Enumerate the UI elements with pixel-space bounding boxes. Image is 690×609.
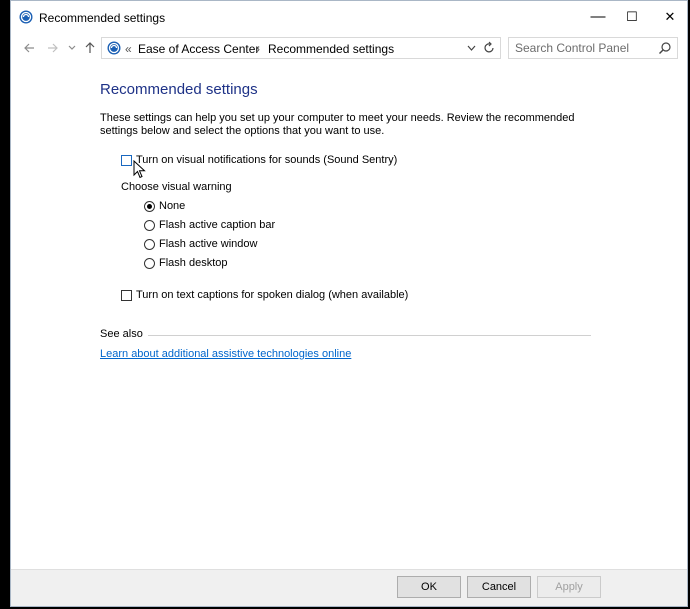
radio-none[interactable] <box>144 201 155 212</box>
chevron-down-icon[interactable] <box>68 44 76 52</box>
sound-sentry-label[interactable]: Turn on visual notifications for sounds … <box>136 154 397 166</box>
breadcrumb-separator: › <box>256 42 260 56</box>
breadcrumb-recommended-settings[interactable]: Recommended settings <box>268 42 394 56</box>
cancel-button[interactable]: Cancel <box>467 576 531 598</box>
dialog-footer: OK Cancel Apply <box>11 569 687 606</box>
radio-flash-window-label[interactable]: Flash active window <box>159 238 257 250</box>
radio-flash-desktop[interactable] <box>144 258 155 269</box>
page-title: Recommended settings <box>100 81 258 98</box>
arrow-up-icon[interactable] <box>84 41 96 54</box>
search-input[interactable] <box>509 38 655 58</box>
title-bar[interactable]: Recommended settings — ☐ ✕ <box>11 1 687 33</box>
see-also-label: See also <box>100 328 143 340</box>
assistive-technologies-link[interactable]: Learn about additional assistive technol… <box>100 348 351 360</box>
window-title: Recommended settings <box>39 11 166 25</box>
mouse-cursor-icon <box>133 160 146 179</box>
breadcrumb[interactable]: « Ease of Access Center › Recommended se… <box>101 37 501 59</box>
radio-flash-window[interactable] <box>144 239 155 250</box>
radio-none-label[interactable]: None <box>159 200 185 212</box>
address-bar: « Ease of Access Center › Recommended se… <box>11 33 687 63</box>
radio-flash-caption[interactable] <box>144 220 155 231</box>
refresh-icon[interactable] <box>483 41 495 54</box>
address-dropdown-icon[interactable] <box>467 45 476 51</box>
breadcrumb-ease-of-access[interactable]: Ease of Access Center <box>138 42 259 56</box>
page-description: These settings can help you set up your … <box>100 112 575 137</box>
arrow-left-icon[interactable] <box>23 42 35 54</box>
ok-button[interactable]: OK <box>397 576 461 598</box>
sound-sentry-checkbox[interactable] <box>121 155 132 166</box>
captions-checkbox[interactable] <box>121 290 132 301</box>
apply-button[interactable]: Apply <box>537 576 601 598</box>
radio-flash-desktop-label[interactable]: Flash desktop <box>159 257 227 269</box>
search-box <box>508 37 678 59</box>
see-also-divider <box>148 335 591 336</box>
arrow-right-icon[interactable] <box>47 42 59 54</box>
ease-of-access-icon <box>19 10 33 24</box>
control-panel-icon <box>107 41 121 55</box>
captions-label[interactable]: Turn on text captions for spoken dialog … <box>136 289 408 301</box>
control-panel-window: Recommended settings — ☐ ✕ « Ease of Acc… <box>10 0 688 607</box>
close-button[interactable]: ✕ <box>647 1 690 33</box>
visual-warning-label: Choose visual warning <box>121 181 232 193</box>
breadcrumb-overflow[interactable]: « <box>125 42 132 56</box>
radio-flash-caption-label[interactable]: Flash active caption bar <box>159 219 275 231</box>
search-icon[interactable] <box>658 41 672 55</box>
